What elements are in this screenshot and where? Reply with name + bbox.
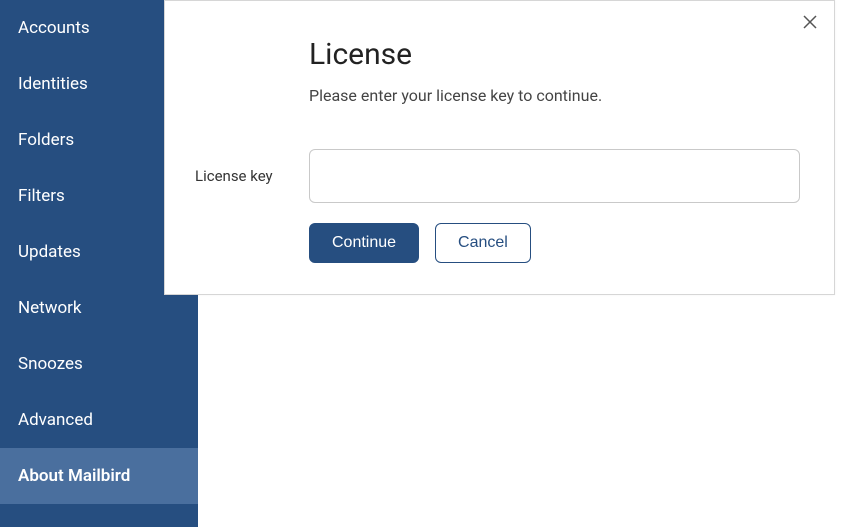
dialog-body: License Please enter your license key to… — [165, 1, 834, 293]
sidebar-item-about-mailbird[interactable]: About Mailbird — [0, 448, 198, 504]
license-key-row: License key — [195, 149, 804, 203]
dialog-title: License — [309, 37, 804, 72]
cancel-button[interactable]: Cancel — [435, 223, 531, 263]
close-icon — [803, 14, 817, 33]
sidebar-item-snoozes[interactable]: Snoozes — [0, 336, 198, 392]
license-dialog: License Please enter your license key to… — [164, 0, 835, 295]
close-button[interactable] — [798, 11, 822, 35]
license-key-label: License key — [195, 167, 309, 185]
continue-button[interactable]: Continue — [309, 223, 419, 263]
sidebar-item-advanced[interactable]: Advanced — [0, 392, 198, 448]
license-key-input[interactable] — [309, 149, 800, 203]
dialog-buttons: Continue Cancel — [309, 223, 804, 263]
dialog-subtitle: Please enter your license key to continu… — [309, 86, 804, 105]
